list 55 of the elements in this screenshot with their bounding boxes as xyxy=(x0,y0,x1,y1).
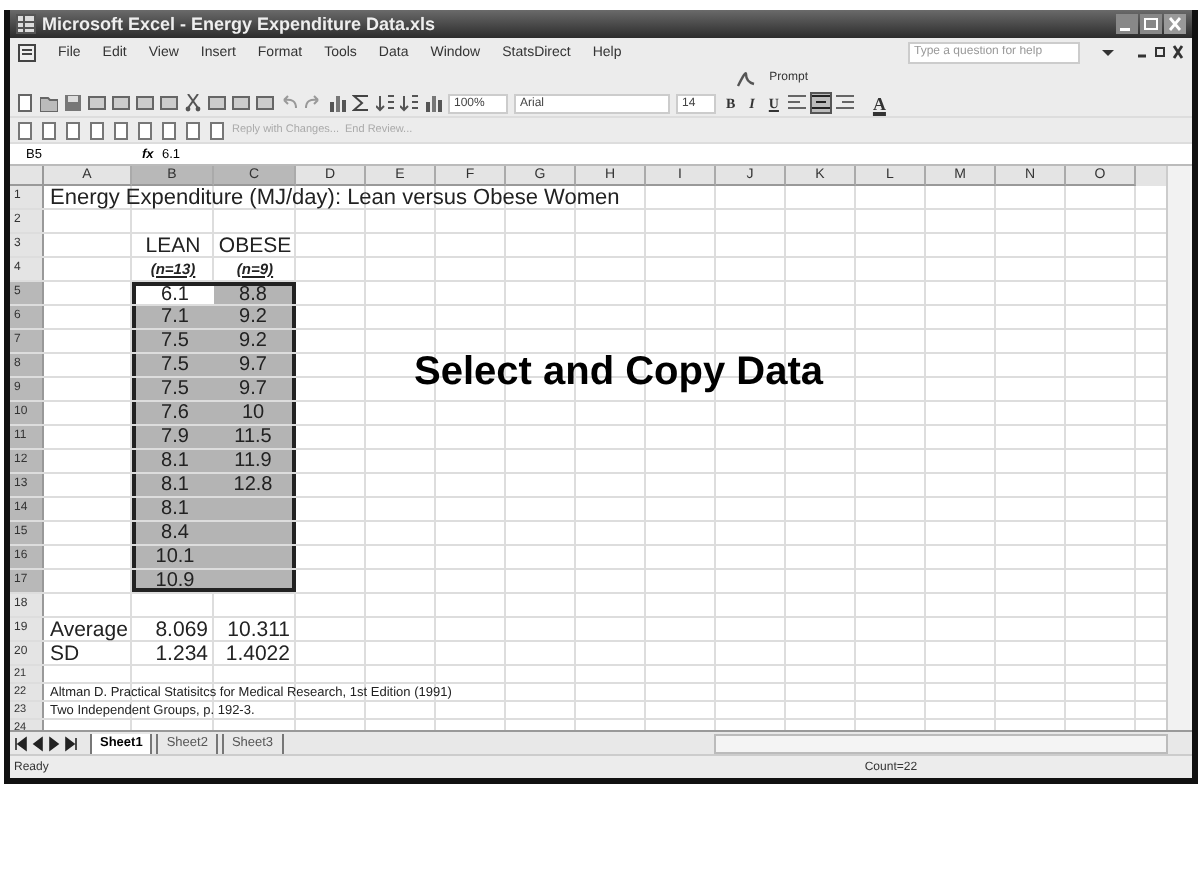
table-cell: 10 xyxy=(214,402,296,424)
spreadsheet-icon xyxy=(16,14,36,34)
instruction-text: Select and Copy Data xyxy=(414,350,824,396)
table-cell: 7.6 xyxy=(132,402,214,424)
folder-icon[interactable] xyxy=(40,94,58,112)
table-cell: 7.5 xyxy=(132,330,214,352)
table-cell: 7.5 xyxy=(132,378,214,400)
table-cell-text: 10.311 xyxy=(225,618,292,640)
table-cell-text: 1.4022 xyxy=(223,642,292,664)
align-center-icon[interactable] xyxy=(812,94,831,112)
new-page-icon[interactable] xyxy=(16,94,34,112)
font-color-button[interactable]: A xyxy=(868,93,890,113)
table-cell: 7.1 xyxy=(132,306,214,328)
table-cell: 7.9 xyxy=(132,426,214,448)
close-icon[interactable] xyxy=(1164,14,1186,34)
table-cell: 11.9 xyxy=(214,450,296,472)
table-cell: 10.9 xyxy=(132,570,214,592)
minimize-icon[interactable] xyxy=(1116,14,1138,34)
table-cell-text: OBESE xyxy=(216,234,294,256)
workbook-window-controls-icon[interactable] xyxy=(1136,44,1184,60)
horizontal-scrollbar[interactable] xyxy=(714,733,1168,753)
table-cell: 9.2 xyxy=(214,306,296,328)
maximize-icon[interactable] xyxy=(1140,14,1162,34)
sheet-title: Energy Expenditure (MJ/day): Lean versus Obese Women xyxy=(50,186,620,210)
sum-icon[interactable] xyxy=(352,94,370,112)
table-cell-text: SD xyxy=(48,642,82,664)
align-left-icon[interactable] xyxy=(788,94,807,112)
table-cell: 9.2 xyxy=(214,330,296,352)
table-cell: 8.1 xyxy=(132,450,214,472)
acrobat-icon[interactable] xyxy=(735,69,756,87)
vertical-scrollbar[interactable] xyxy=(1166,166,1192,730)
table-cell: 8.1 xyxy=(132,498,214,520)
table-cell: 7.5 xyxy=(132,354,214,376)
sort-ascending-icon[interactable] xyxy=(376,94,394,112)
table-cell: 8.8 xyxy=(214,282,296,304)
table-cell: 8.1 xyxy=(132,474,214,496)
bar-chart-icon[interactable] xyxy=(424,94,442,112)
table-cell: 9.7 xyxy=(214,378,296,400)
table-cell: 8.4 xyxy=(132,522,214,544)
table-cell: 9.7 xyxy=(214,354,296,376)
table-cell: 11.5 xyxy=(214,426,296,448)
chart-icon[interactable] xyxy=(328,94,346,112)
table-cell-text: LEAN xyxy=(143,234,203,256)
table-cell-text: 1.234 xyxy=(153,642,210,664)
scissors-icon[interactable] xyxy=(184,94,202,112)
dropdown-arrow-icon[interactable] xyxy=(1102,44,1114,60)
table-cell-text: 8.069 xyxy=(153,618,210,640)
table-cell: 6.1 xyxy=(132,282,214,304)
table-cell-text: Average xyxy=(48,618,130,640)
table-cell: 12.8 xyxy=(214,474,296,496)
window-title: Microsoft Excel - Energy Expenditure Data.xls xyxy=(42,14,436,34)
sort-descending-icon[interactable] xyxy=(400,94,418,112)
workbook-icon[interactable] xyxy=(18,43,36,61)
align-right-icon[interactable] xyxy=(836,94,855,112)
table-cell: 10.1 xyxy=(132,546,214,568)
